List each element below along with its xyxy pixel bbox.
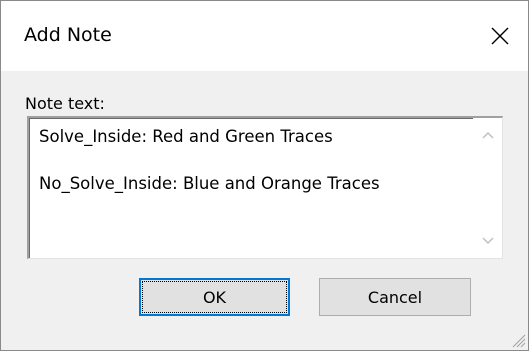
close-button[interactable] bbox=[472, 1, 528, 71]
title-bar[interactable]: Add Note bbox=[1, 1, 528, 71]
dialog-title: Add Note bbox=[24, 24, 112, 46]
resize-grip-icon[interactable] bbox=[510, 332, 526, 348]
cancel-button[interactable]: Cancel bbox=[319, 278, 471, 316]
focus-rectangle bbox=[142, 281, 287, 313]
note-line-2 bbox=[39, 147, 469, 174]
note-text-content[interactable]: Solve_Inside: Red and Green Traces No_So… bbox=[39, 127, 469, 194]
cancel-button-label: Cancel bbox=[367, 287, 423, 307]
note-line-3: No_Solve_Inside: Blue and Orange Traces bbox=[39, 174, 380, 193]
note-line-1: Solve_Inside: Red and Green Traces bbox=[39, 127, 333, 146]
note-text-area[interactable]: Solve_Inside: Red and Green Traces No_So… bbox=[27, 116, 503, 259]
ok-button[interactable]: OK bbox=[139, 278, 290, 316]
add-note-dialog: Add Note Note text: Solve_Inside: Red an… bbox=[0, 0, 529, 351]
scroll-up-icon[interactable] bbox=[481, 129, 495, 143]
scroll-down-icon[interactable] bbox=[481, 233, 495, 247]
vertical-scrollbar[interactable] bbox=[473, 118, 502, 258]
note-text-label: Note text: bbox=[25, 94, 105, 113]
close-icon bbox=[491, 27, 509, 45]
